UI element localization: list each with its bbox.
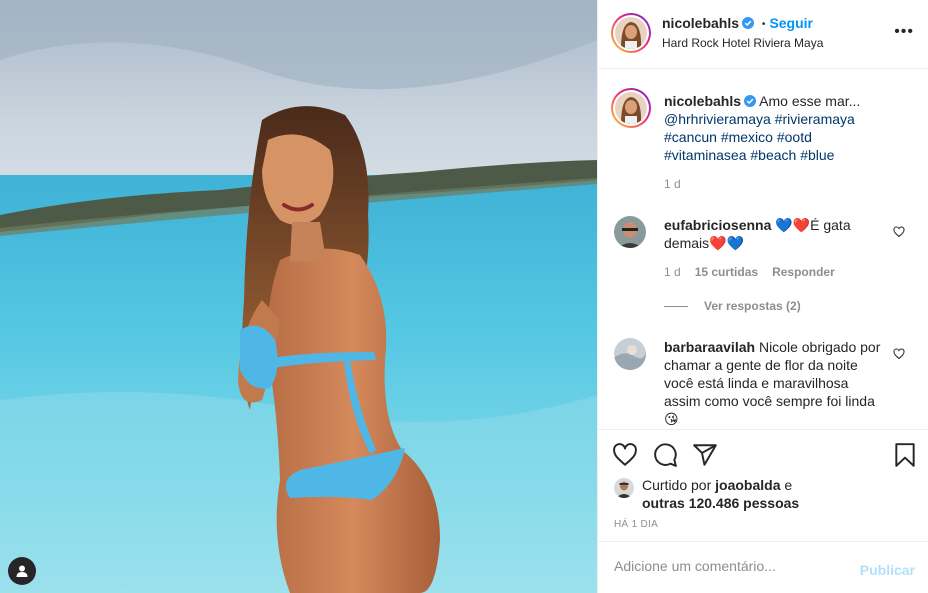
bookmark-icon[interactable] xyxy=(892,442,918,468)
header-separator: • xyxy=(761,19,766,30)
liker-avatar[interactable] xyxy=(614,478,634,498)
comment-composer: Publicar xyxy=(598,541,928,593)
reply-button[interactable]: Responder xyxy=(772,265,835,279)
comment-avatar[interactable] xyxy=(614,338,646,370)
comment-avatar[interactable] xyxy=(614,216,646,248)
likes-count[interactable]: outras 120.486 pessoas xyxy=(642,495,799,511)
comment-like-icon[interactable] xyxy=(893,226,905,238)
comment-input[interactable] xyxy=(614,558,834,574)
author-username[interactable]: nicolebahls xyxy=(662,15,739,31)
post-photo[interactable] xyxy=(0,0,597,593)
share-icon[interactable] xyxy=(692,442,718,468)
liker-username[interactable]: joaobalda xyxy=(715,477,780,493)
post-side-panel: nicolebahls • Seguir Hard Rock Hotel Rivi… xyxy=(597,0,928,593)
comment-icon[interactable] xyxy=(652,442,678,468)
post-actions: Curtido por joaobalda e outras 120.486 p… xyxy=(598,429,928,541)
comments-list[interactable]: nicolebahls Amo esse mar... @hrhrivieram… xyxy=(598,70,928,429)
publish-button[interactable]: Publicar xyxy=(860,562,915,578)
caption-author-avatar[interactable] xyxy=(611,88,651,128)
caption-tags-line3[interactable]: #vitaminasea #beach #blue xyxy=(664,147,834,163)
caption-tags-line1[interactable]: @hrhrivieramaya #rivieramaya xyxy=(664,111,855,127)
caption-author[interactable]: nicolebahls xyxy=(664,93,741,109)
verified-icon xyxy=(742,17,755,29)
comment-author[interactable]: eufabriciosenna xyxy=(664,217,771,233)
caption-age[interactable]: 1 d xyxy=(664,177,681,191)
comment-likes[interactable]: 15 curtidas xyxy=(695,265,758,279)
author-avatar[interactable] xyxy=(611,13,651,53)
comment-author[interactable]: barbaraavilah xyxy=(664,339,755,355)
comment-item: barbaraavilah Nicole obrigado por chamar… xyxy=(664,338,884,428)
comment-item: eufabriciosenna 💙❤️É gata demais❤️💙 xyxy=(664,216,884,252)
post-header: nicolebahls • Seguir Hard Rock Hotel Rivi… xyxy=(598,0,928,69)
post-location[interactable]: Hard Rock Hotel Riviera Maya xyxy=(662,36,823,50)
post-timestamp[interactable]: HÁ 1 DIA xyxy=(614,519,658,530)
replies-divider xyxy=(664,306,688,308)
follow-button[interactable]: Seguir xyxy=(769,15,813,31)
likes-conj: e xyxy=(784,477,793,493)
view-replies-button[interactable]: Ver respostas (2) xyxy=(664,299,801,313)
view-replies-label: Ver respostas (2) xyxy=(704,299,801,313)
caption: nicolebahls Amo esse mar... @hrhrivieram… xyxy=(664,92,904,164)
more-icon[interactable]: ••• xyxy=(894,24,914,40)
comment-age[interactable]: 1 d xyxy=(664,265,681,279)
user-tag-icon[interactable] xyxy=(8,557,36,585)
heart-icon[interactable] xyxy=(612,442,638,468)
caption-tags-line2[interactable]: #cancun #mexico #ootd xyxy=(664,129,812,145)
likes-prefix: Curtido por xyxy=(642,477,712,493)
caption-text: Amo esse mar... xyxy=(759,93,861,109)
comment-like-icon[interactable] xyxy=(893,348,905,360)
verified-icon xyxy=(744,95,757,107)
comment-meta: 1 d 15 curtidas Responder xyxy=(664,265,835,279)
beach-photo xyxy=(0,0,597,593)
